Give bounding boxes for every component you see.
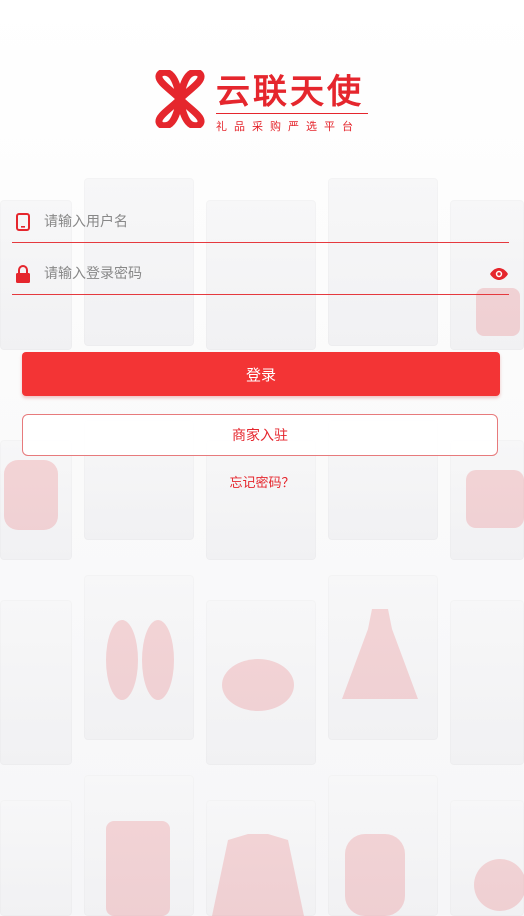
brand-divider: [216, 113, 368, 114]
backpack-silhouette-icon: [345, 834, 405, 916]
password-input[interactable]: [42, 265, 489, 283]
phone-icon: [14, 213, 32, 231]
show-password-eye-icon[interactable]: [489, 264, 509, 284]
pot-silhouette-icon: [222, 659, 294, 711]
dress-silhouette-icon: [342, 609, 418, 699]
merchant-signup-button[interactable]: 商家入驻: [22, 414, 498, 456]
forgot-password-link[interactable]: 忘记密码？: [0, 472, 524, 491]
brand-logo: 云联天使 礼品采购严选平台: [152, 70, 372, 133]
kettle-silhouette-icon: [474, 859, 524, 911]
brand-title: 云联天使: [216, 72, 364, 112]
password-field: [12, 254, 509, 295]
username-field: [12, 202, 509, 243]
heart-knot-logo-icon: [155, 70, 205, 128]
login-button[interactable]: 登录: [22, 352, 500, 396]
username-input[interactable]: [42, 213, 509, 231]
cylinder-silhouette-icon: [106, 821, 170, 916]
jacket-silhouette-icon: [212, 834, 304, 916]
lock-icon: [14, 265, 32, 283]
slippers-silhouette-icon: [106, 620, 174, 700]
brand-subtitle: 礼品采购严选平台: [216, 120, 360, 133]
